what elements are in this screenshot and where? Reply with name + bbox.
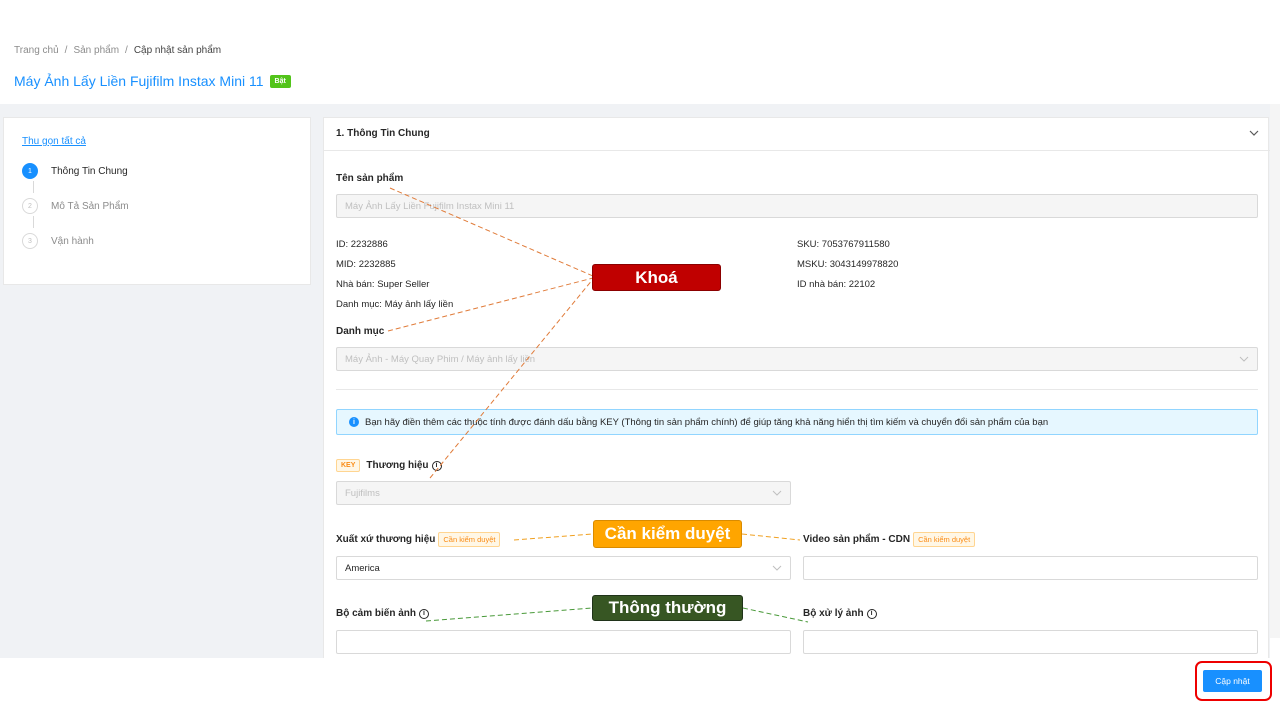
brand-label-row: KEY Thương hiệu i [336,459,442,472]
page-header: Trang chủ / Sản phẩm / Cập nhật sản phẩm… [0,0,1280,104]
video-label-row: Video sản phẩm - CDN Cần kiểm duyệt [803,532,976,547]
meta-msku: MSKU: 3043149978820 [797,259,899,270]
breadcrumb-separator: / [64,45,68,56]
chevron-down-icon[interactable] [1248,127,1260,139]
page-title-row: Máy Ảnh Lấy Liền Fujifilm Instax Mini 11… [14,73,291,89]
annotation-needs-review: Cần kiểm duyệt [593,520,742,548]
breadcrumb-products[interactable]: Sản phẩm [73,45,119,56]
origin-label-row: Xuất xứ thương hiệu Cần kiểm duyệt [336,532,501,547]
info-alert: i Bạn hãy điền thêm các thuộc tính được … [336,409,1258,435]
breadcrumb: Trang chủ / Sản phẩm / Cập nhật sản phẩm [14,45,221,56]
chevron-down-icon [772,490,782,496]
annotation-normal: Thông thường [592,595,743,621]
chevron-down-icon [1239,356,1249,362]
footer-bar [0,658,1280,720]
category-select: Máy Ảnh - Máy Quay Phim / Máy ảnh lấy li… [336,347,1258,371]
step-connector [33,216,34,228]
meta-seller-id: ID nhà bán: 22102 [797,279,876,290]
breadcrumb-current: Cập nhật sản phẩm [133,45,222,56]
video-input[interactable] [803,556,1258,580]
meta-seller: Nhà bán: Super Seller [336,279,430,290]
meta-sku: SKU: 7053767911580 [797,239,890,250]
info-icon[interactable]: i [866,608,877,619]
step-number: 3 [22,233,38,249]
status-badge: Bật [269,74,291,88]
breadcrumb-home[interactable]: Trang chủ [14,45,59,56]
product-name-input: Máy Ảnh Lấy Liền Fujifilm Instax Mini 11 [336,194,1258,218]
alert-text: Bạn hãy điền thêm các thuộc tính được đá… [365,416,1049,428]
info-icon[interactable]: i [419,608,430,619]
info-icon[interactable]: i [431,460,442,471]
processor-label-row: Bộ xử lý ảnh i [803,608,877,619]
chevron-down-icon [772,565,782,571]
divider [336,389,1258,390]
info-icon: i [349,417,359,427]
step-product-description[interactable]: 2 Mô Tả Sản Phẩm [22,198,129,214]
step-connector [33,181,34,193]
brand-select: Fujifilms [336,481,791,505]
origin-value: America [345,562,380,574]
panel-title: 1. Thông Tin Chung [336,128,430,139]
meta-mid: MID: 2232885 [336,259,396,270]
video-label: Video sản phẩm - CDN [803,534,911,545]
meta-id: ID: 2232886 [336,239,388,250]
review-tag: Cần kiểm duyệt [913,532,976,547]
general-info-panel: 1. Thông Tin Chung Tên sản phẩm Máy Ảnh … [323,117,1270,658]
category-label: Danh mục [336,326,385,337]
sensor-label: Bộ cảm biến ảnh [336,608,417,619]
step-number: 2 [22,198,38,214]
sensor-label-row: Bộ cảm biến ảnh i [336,608,430,619]
step-label: Vận hành [51,235,94,247]
update-button[interactable]: Cập nhật [1203,670,1262,692]
step-number: 1 [22,163,38,179]
step-label: Thông Tin Chung [51,165,128,177]
brand-value: Fujifilms [345,487,380,499]
origin-label: Xuất xứ thương hiệu [336,534,436,545]
section-nav-panel: Thu gọn tất cả 1 Thông Tin Chung 2 Mô Tả… [3,117,311,285]
origin-select[interactable]: America [336,556,791,580]
brand-label: Thương hiệu [366,460,429,471]
panel-header[interactable]: 1. Thông Tin Chung [324,118,1270,151]
page-scrollbar[interactable] [1270,104,1280,638]
page-title: Máy Ảnh Lấy Liền Fujifilm Instax Mini 11 [14,73,264,89]
key-tag: KEY [336,459,361,472]
product-name-label: Tên sản phẩm [336,173,404,184]
processor-label: Bộ xử lý ảnh [803,608,864,619]
category-value: Máy Ảnh - Máy Quay Phim / Máy ảnh lấy li… [345,353,536,365]
collapse-all-link[interactable]: Thu gọn tất cả [22,136,86,147]
meta-category: Danh mục: Máy ảnh lấy liền [336,299,454,310]
breadcrumb-separator: / [125,45,128,56]
step-general-info[interactable]: 1 Thông Tin Chung [22,163,128,179]
annotation-locked: Khoá [592,264,721,291]
sensor-input[interactable] [336,630,791,654]
processor-input[interactable] [803,630,1258,654]
page: Trang chủ / Sản phẩm / Cập nhật sản phẩm… [0,0,1280,720]
review-tag: Cần kiểm duyệt [438,532,501,547]
step-label: Mô Tả Sản Phẩm [51,200,129,212]
step-operation[interactable]: 3 Vận hành [22,233,94,249]
